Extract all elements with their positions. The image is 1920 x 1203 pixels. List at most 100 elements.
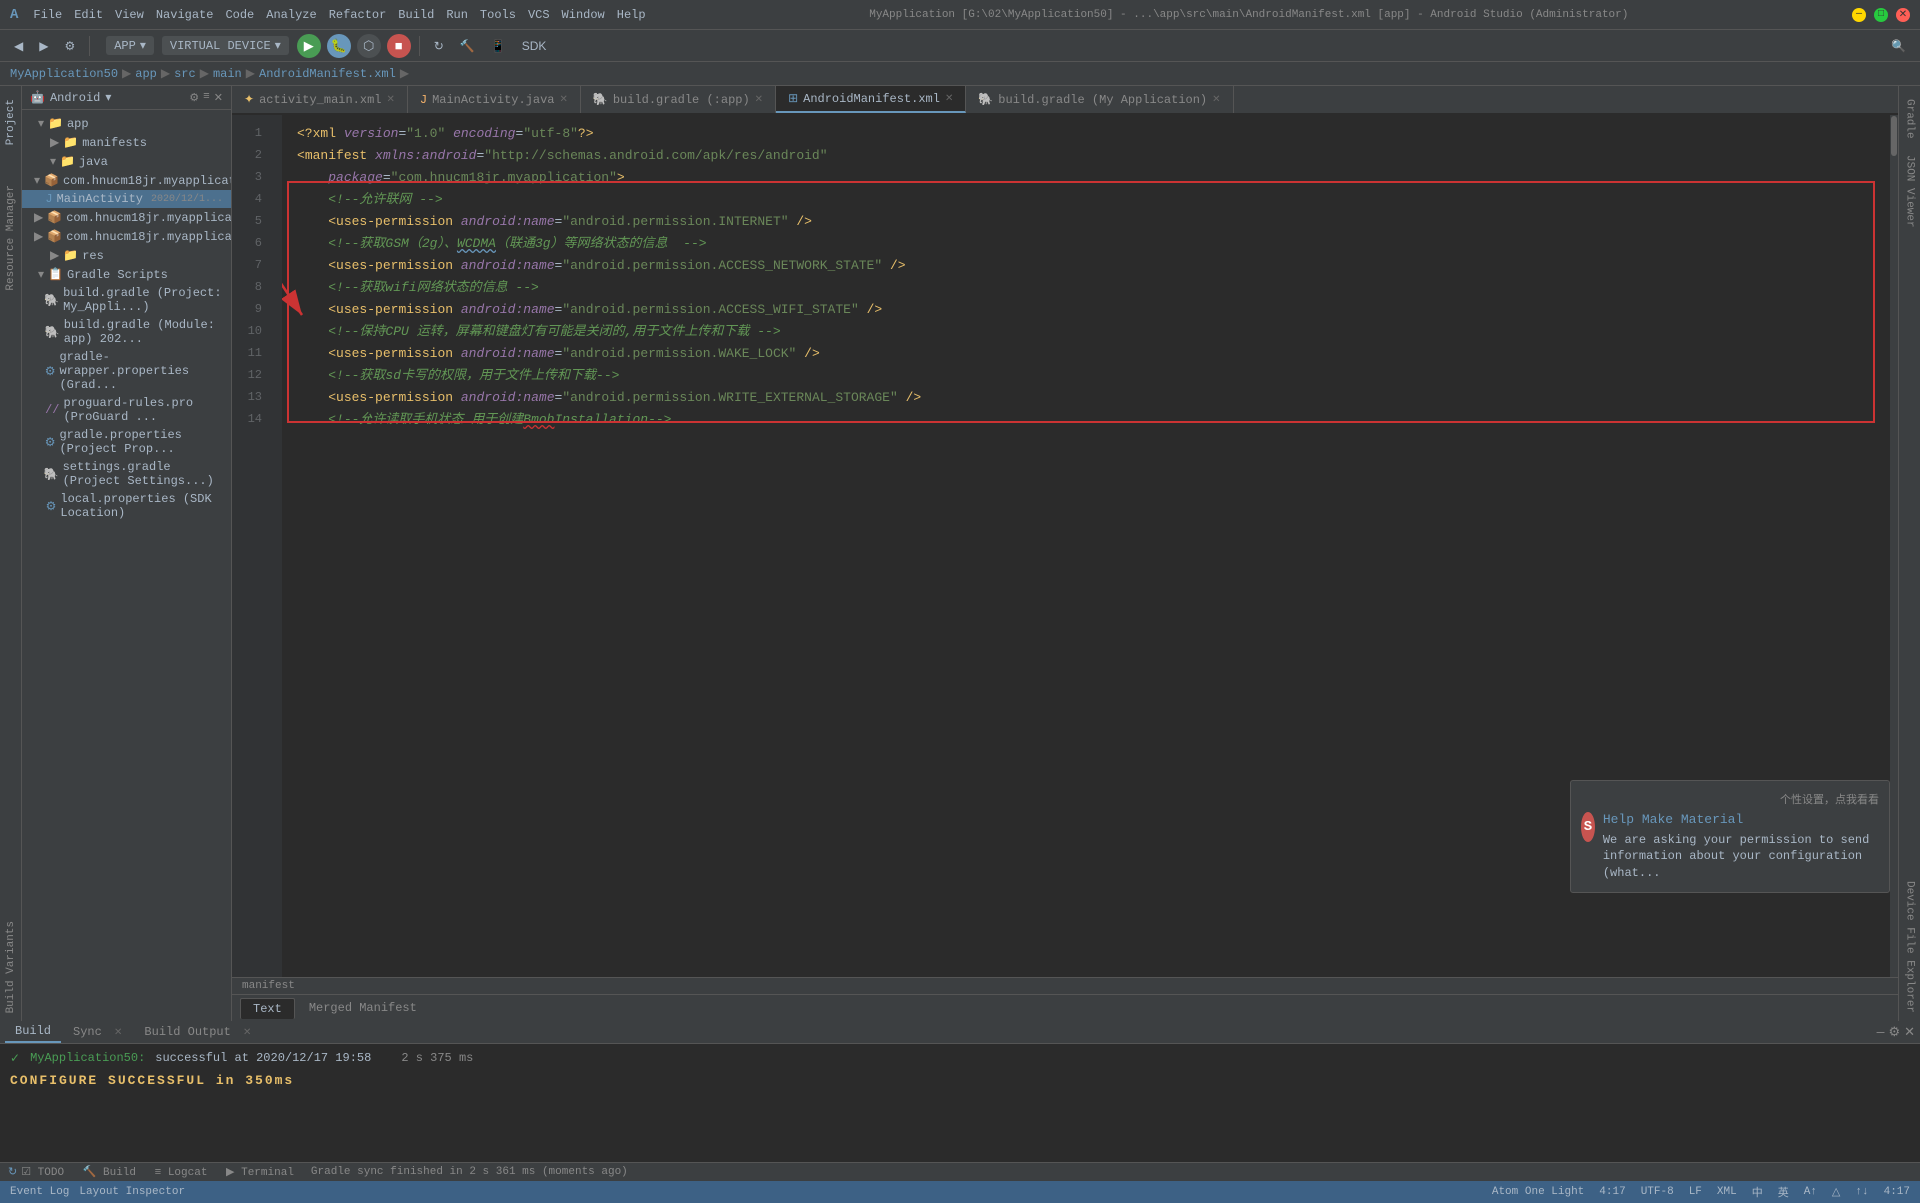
tree-item-gradle-scripts[interactable]: ▾ 📋 Gradle Scripts <box>22 265 231 284</box>
panel-minimize-icon[interactable]: — <box>1877 1025 1885 1040</box>
tab-close-mainactivity[interactable]: ✕ <box>560 94 568 106</box>
status-encoding[interactable]: UTF-8 <box>1641 1186 1674 1198</box>
panel-close-icon[interactable]: ✕ <box>1904 1025 1915 1040</box>
debug-button[interactable]: 🐛 <box>327 34 351 58</box>
tree-item-java[interactable]: ▾ 📁 java <box>22 152 231 171</box>
notif-title[interactable]: Help Make Material <box>1603 812 1879 827</box>
menu-help[interactable]: Help <box>617 8 646 22</box>
panel-settings-icon[interactable]: ⚙ <box>1888 1025 1900 1040</box>
menu-run[interactable]: Run <box>446 8 468 22</box>
tree-item-gradle-wrapper[interactable]: ⚙ gradle-wrapper.properties (Grad... <box>22 348 231 394</box>
search-everywhere-button[interactable]: 🔍 <box>1885 36 1912 56</box>
attach-debugger-button[interactable]: ⬡ <box>357 34 381 58</box>
maximize-button[interactable]: □ <box>1874 8 1888 22</box>
tree-item-package1[interactable]: ▾ 📦 com.hnucm18jr.myapplicatio... <box>22 171 231 190</box>
tree-item-manifests[interactable]: ▶ 📁 manifests <box>22 133 231 152</box>
notif-header[interactable]: 个性设置，点我看看 <box>1581 791 1879 807</box>
status-en[interactable]: 英 <box>1778 1184 1789 1200</box>
menu-build[interactable]: Build <box>398 8 434 22</box>
tab-activity-main[interactable]: ✦ activity_main.xml ✕ <box>232 86 408 113</box>
build-output-tab[interactable]: Build Output ✕ <box>134 1022 261 1042</box>
menu-edit[interactable]: Edit <box>74 8 103 22</box>
xml-attr-xmlns: xmlns:android <box>375 145 476 167</box>
breadcrumb-file[interactable]: AndroidManifest.xml <box>259 67 396 81</box>
toolbar-sdk-button[interactable]: SDK <box>516 36 553 56</box>
tree-item-build-gradle-module[interactable]: 🐘 build.gradle (Module: app) 202... <box>22 316 231 348</box>
toolbar-sync-button[interactable]: ↻ <box>428 36 450 56</box>
breadcrumb-module[interactable]: app <box>135 67 157 81</box>
tab-mainactivity[interactable]: J MainActivity.java ✕ <box>408 86 581 113</box>
status-item-1[interactable]: Event Log <box>10 1186 69 1198</box>
status-item-2[interactable]: Layout Inspector <box>79 1186 185 1198</box>
tree-item-build-gradle-project[interactable]: 🐘 build.gradle (Project: My_Appli...) <box>22 284 231 316</box>
device-selector[interactable]: VIRTUAL DEVICE ▾ <box>162 36 289 55</box>
menu-view[interactable]: View <box>115 8 144 22</box>
breadcrumb-main[interactable]: main <box>213 67 242 81</box>
menu-code[interactable]: Code <box>225 8 254 22</box>
strip-logcat[interactable]: ≡ Logcat <box>155 1167 208 1179</box>
toolbar-build-button[interactable]: 🔨 <box>454 36 481 56</box>
tree-item-app[interactable]: ▾ 📁 app <box>22 114 231 133</box>
sync-tab-close[interactable]: ✕ <box>114 1028 122 1039</box>
menu-tools[interactable]: Tools <box>480 8 516 22</box>
toolbar-avd-button[interactable]: 📱 <box>485 36 512 56</box>
scrollbar-thumb[interactable] <box>1891 116 1897 156</box>
tree-item-package3[interactable]: ▶ 📦 com.hnucm18jr.myapplicatio... <box>22 227 231 246</box>
project-dropdown-icon[interactable]: ▾ <box>105 90 111 105</box>
left-tab-build-variants[interactable]: Build Variants <box>3 913 19 1021</box>
bottom-tab-merged-manifest[interactable]: Merged Manifest <box>297 998 429 1018</box>
status-line-sep[interactable]: LF <box>1689 1186 1702 1198</box>
right-tab-json-viewer[interactable]: JSON Viewer <box>1902 147 1918 236</box>
run-config-selector[interactable]: APP ▾ <box>106 36 154 55</box>
line-num-7: 7 <box>232 255 272 277</box>
tab-build-gradle-app2[interactable]: 🐘 build.gradle (My Application) ✕ <box>966 86 1233 113</box>
build-tab[interactable]: Build <box>5 1021 61 1043</box>
right-tab-gradle[interactable]: Gradle <box>1902 91 1918 147</box>
strip-build[interactable]: 🔨 Build <box>83 1167 136 1179</box>
close-button[interactable]: ✕ <box>1896 8 1910 22</box>
indent-14 <box>297 409 328 431</box>
build-output-tab-close[interactable]: ✕ <box>243 1028 251 1039</box>
tab-close-activity-main[interactable]: ✕ <box>386 94 394 106</box>
status-lang[interactable]: XML <box>1717 1186 1737 1198</box>
tree-item-local-props[interactable]: ⚙ local.properties (SDK Location) <box>22 490 231 522</box>
status-zh[interactable]: 中 <box>1752 1184 1763 1200</box>
bottom-tab-text[interactable]: Text <box>240 998 295 1019</box>
tree-item-proguard[interactable]: // proguard-rules.pro (ProGuard ... <box>22 394 231 426</box>
left-tab-resource-manager[interactable]: Resource Manager <box>3 177 19 299</box>
right-tab-device-explorer[interactable]: Device File Explorer <box>1902 873 1918 1021</box>
tree-item-res[interactable]: ▶ 📁 res <box>22 246 231 265</box>
tree-item-settings-gradle[interactable]: 🐘 settings.gradle (Project Settings...) <box>22 458 231 490</box>
gear-icon[interactable]: ⚙ <box>189 91 199 105</box>
tree-item-package2[interactable]: ▶ 📦 com.hnucm18jr.myapplicatio... <box>22 208 231 227</box>
minimize-button[interactable]: — <box>1852 8 1866 22</box>
sync-tab[interactable]: Sync ✕ <box>63 1022 132 1042</box>
toolbar-settings-button[interactable]: ⚙ <box>58 36 81 56</box>
menu-window[interactable]: Window <box>562 8 605 22</box>
tab-close-androidmanifest[interactable]: ✕ <box>945 93 953 105</box>
collapse-icon[interactable]: ≡ <box>203 91 210 105</box>
tree-item-mainactivity[interactable]: J MainActivity 2020/12/1... <box>22 190 231 208</box>
close-panel-icon[interactable]: ✕ <box>214 91 223 105</box>
breadcrumb-app[interactable]: MyApplication50 <box>10 67 118 81</box>
toolbar-forward-button[interactable]: ▶ <box>33 36 54 56</box>
strip-todo[interactable]: ☑ TODO <box>21 1167 64 1179</box>
editor-scrollbar[interactable] <box>1890 115 1898 977</box>
status-theme[interactable]: Atom One Light <box>1492 1186 1584 1198</box>
toolbar-back-button[interactable]: ◀ <box>8 36 29 56</box>
tab-close-build-gradle-app[interactable]: ✕ <box>755 94 763 106</box>
menu-refactor[interactable]: Refactor <box>329 8 387 22</box>
strip-terminal[interactable]: ▶ Terminal <box>226 1167 294 1179</box>
menu-vcs[interactable]: VCS <box>528 8 550 22</box>
stop-button[interactable]: ■ <box>387 34 411 58</box>
tab-androidmanifest[interactable]: ⊞ AndroidManifest.xml ✕ <box>776 86 966 113</box>
menu-navigate[interactable]: Navigate <box>156 8 214 22</box>
breadcrumb-src[interactable]: src <box>174 67 196 81</box>
left-tab-project[interactable]: Project <box>3 91 19 153</box>
menu-file[interactable]: File <box>33 8 62 22</box>
menu-analyze[interactable]: Analyze <box>266 8 316 22</box>
tab-build-gradle-app[interactable]: 🐘 build.gradle (:app) ✕ <box>581 86 776 113</box>
run-button[interactable]: ▶ <box>297 34 321 58</box>
tab-close-build-gradle-app2[interactable]: ✕ <box>1212 94 1220 106</box>
tree-item-gradle-props[interactable]: ⚙ gradle.properties (Project Prop... <box>22 426 231 458</box>
